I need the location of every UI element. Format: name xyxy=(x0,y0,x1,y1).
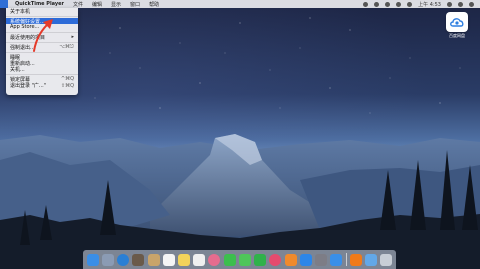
menu-item-shortcut: ^⌘Q xyxy=(60,76,74,83)
launchpad-icon[interactable] xyxy=(101,253,114,266)
folder-icon[interactable] xyxy=(365,253,378,266)
books-icon[interactable] xyxy=(284,253,297,266)
facetime-icon[interactable] xyxy=(223,253,236,266)
menu-view[interactable]: 显示 xyxy=(111,1,121,8)
apple-menu-item[interactable]: 退出登录 "广..." ⇧⌘Q xyxy=(6,82,78,90)
menu-file[interactable]: 文件 xyxy=(73,1,83,8)
vlc-icon[interactable] xyxy=(349,253,362,266)
volume-icon[interactable] xyxy=(396,1,402,7)
dock xyxy=(83,250,396,269)
battery-icon[interactable] xyxy=(407,1,413,7)
photos-icon[interactable] xyxy=(208,253,221,266)
status-icon[interactable] xyxy=(374,1,380,7)
reminders-icon[interactable] xyxy=(193,253,206,266)
menu-bar: QuickTime Player 文件 编辑 显示 窗口 帮助 上午 4:53 xyxy=(0,0,480,8)
menu-window[interactable]: 窗口 xyxy=(130,1,140,8)
menu-item-label: 退出登录 "广..." xyxy=(10,83,46,90)
finder-icon[interactable] xyxy=(86,253,99,266)
dock-separator xyxy=(345,253,347,266)
submenu-arrow-icon: ▸ xyxy=(71,34,74,41)
search-icon[interactable] xyxy=(447,1,452,7)
menu-item-shortcut: ⌥⌘⎋ xyxy=(59,44,74,51)
menu-item-label: 关机... xyxy=(10,67,25,74)
desktop-app-icon[interactable] xyxy=(446,12,468,32)
menu-item-shortcut: ⇧⌘Q xyxy=(60,82,74,89)
preferences-icon[interactable] xyxy=(315,253,328,266)
baidu-netdisk-icon[interactable] xyxy=(330,253,343,266)
trash-icon[interactable] xyxy=(380,253,393,266)
desktop-app-label: 百度网盘 xyxy=(449,33,465,38)
cloud-icon xyxy=(450,18,464,27)
app-menu-quicktime[interactable]: QuickTime Player xyxy=(15,1,64,7)
contacts-icon[interactable] xyxy=(147,253,160,266)
wifi-icon[interactable] xyxy=(385,1,391,7)
itunes-icon[interactable] xyxy=(269,253,282,266)
annotation-arrow xyxy=(33,19,53,52)
clock[interactable]: 上午 4:53 xyxy=(418,1,441,8)
status-icon[interactable] xyxy=(363,1,369,7)
photo-icon[interactable] xyxy=(132,253,145,266)
mountain-landscape xyxy=(0,134,480,269)
status-area: 上午 4:53 xyxy=(363,0,474,8)
menu-help[interactable]: 帮助 xyxy=(149,1,159,8)
safari-icon[interactable] xyxy=(117,253,130,266)
app-store-icon[interactable] xyxy=(299,253,312,266)
calendar-icon[interactable] xyxy=(162,253,175,266)
notes-icon[interactable] xyxy=(178,253,191,266)
menu-separator xyxy=(6,74,78,76)
siri-icon[interactable] xyxy=(458,1,463,7)
apple-menu-icon[interactable] xyxy=(0,0,8,8)
menu-edit[interactable]: 编辑 xyxy=(92,1,102,8)
apple-menu-item[interactable]: 关机... xyxy=(6,66,78,74)
messages-icon[interactable] xyxy=(238,253,251,266)
notification-center-icon[interactable] xyxy=(469,1,474,7)
wechat-icon[interactable] xyxy=(254,253,267,266)
